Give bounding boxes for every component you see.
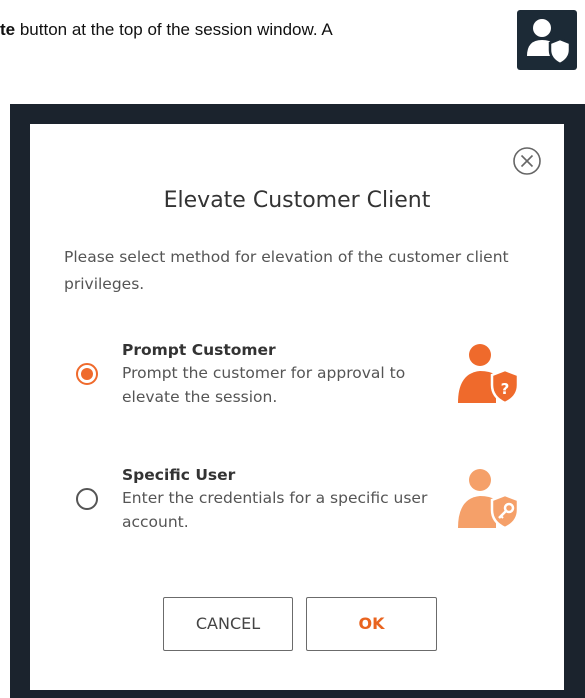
- radio-prompt-customer[interactable]: [76, 363, 98, 385]
- user-shield-question-icon: ?: [458, 344, 520, 405]
- close-circle-icon: [513, 147, 541, 175]
- cancel-button[interactable]: CANCEL: [163, 597, 293, 651]
- elevate-button-image: [517, 10, 577, 70]
- dialog-description: Please select method for elevation of th…: [64, 248, 509, 293]
- dialog-title: Elevate Customer Client: [163, 188, 431, 213]
- option-description: Enter the credentials for a specific use…: [122, 489, 428, 531]
- option-title: Prompt Customer: [122, 341, 276, 359]
- option-specific-user[interactable]: Specific User Enter the credentials for …: [70, 464, 540, 544]
- option-description: Prompt the customer for approval to elev…: [122, 364, 406, 406]
- doc-text-line: te button at the top of the session wind…: [0, 20, 333, 40]
- user-shield-key-icon: [458, 469, 520, 530]
- close-button[interactable]: [512, 146, 542, 176]
- svg-text:?: ?: [501, 380, 510, 398]
- radio-specific-user[interactable]: [76, 488, 98, 510]
- option-title: Specific User: [122, 466, 236, 484]
- ok-button[interactable]: OK: [306, 597, 437, 651]
- doc-text: button at the top of the session window.…: [15, 20, 333, 39]
- doc-bold-fragment: te: [0, 20, 16, 39]
- user-shield-icon: [527, 19, 572, 66]
- option-prompt-customer[interactable]: Prompt Customer Prompt the customer for …: [70, 339, 540, 419]
- option-text: Prompt Customer Prompt the customer for …: [122, 339, 452, 409]
- option-text: Specific User Enter the credentials for …: [122, 464, 452, 534]
- elevate-dialog: Elevate Customer Client Please select me…: [30, 124, 564, 690]
